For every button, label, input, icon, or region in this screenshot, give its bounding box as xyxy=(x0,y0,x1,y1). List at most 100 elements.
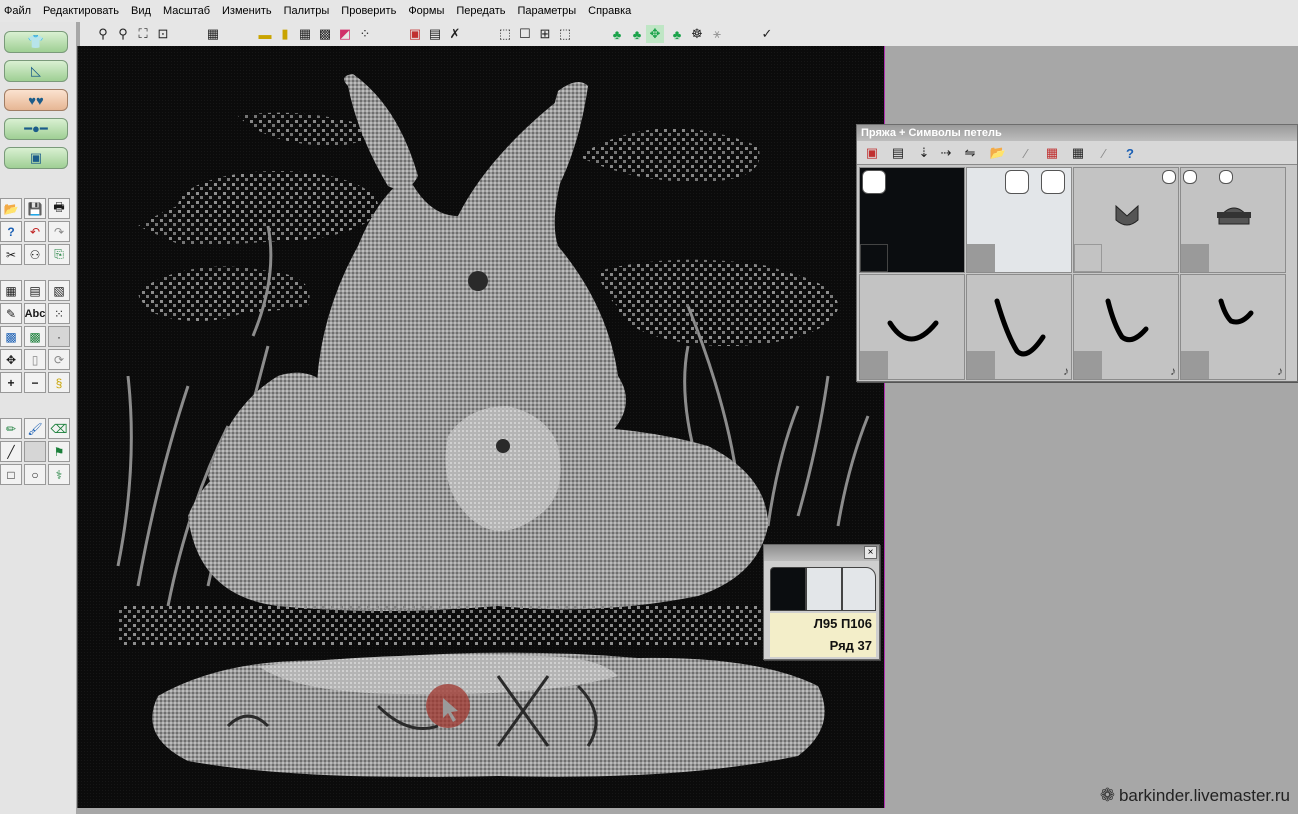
menu-edit[interactable]: Редактировать xyxy=(39,5,127,17)
palette-icon[interactable]: ▣ xyxy=(406,25,424,43)
zoom-out-icon[interactable]: ⚲ xyxy=(114,25,132,43)
stitch-cell-tuck[interactable] xyxy=(1073,167,1179,273)
machine-icon[interactable]: ♣ xyxy=(628,25,646,43)
fill-bucket-icon[interactable]: ⚑ xyxy=(48,441,70,462)
rect-select-icon[interactable]: ☐ xyxy=(516,25,534,43)
menu-file[interactable]: Файл xyxy=(0,5,39,17)
open-icon[interactable]: 📂 xyxy=(0,198,22,219)
empty-tool-icon[interactable] xyxy=(24,441,46,462)
line-style-icon[interactable]: ⁄ xyxy=(1017,144,1035,162)
palette-view-icon[interactable]: ▣ xyxy=(863,144,881,162)
menu-zoom[interactable]: Масштаб xyxy=(159,5,218,17)
yarn-cell-white[interactable] xyxy=(966,167,1072,273)
eraser-icon[interactable]: ⌫ xyxy=(48,418,70,439)
stitch-cell-hook-short[interactable]: ♪ xyxy=(1180,274,1286,380)
menu-palettes[interactable]: Палитры xyxy=(280,5,338,17)
disabled-line-icon[interactable]: ⁄ xyxy=(1095,144,1113,162)
cable-icon[interactable]: § xyxy=(48,372,70,393)
save-icon[interactable]: 💾 xyxy=(24,198,46,219)
knitting-machine-button[interactable]: ▣ xyxy=(4,147,68,169)
menu-transfer[interactable]: Передать xyxy=(452,5,513,17)
brush-tool-icon[interactable]: ✎ xyxy=(0,303,22,324)
zoom-window-icon[interactable]: ⊡ xyxy=(154,25,172,43)
grid-icon[interactable]: ▦ xyxy=(296,25,314,43)
stitch-grid-icon[interactable]: ▦ xyxy=(0,280,22,301)
line-tool-icon[interactable]: ╱ xyxy=(0,441,22,462)
dot-pattern-icon[interactable]: ⁙ xyxy=(48,303,70,324)
rectangle-tool-icon[interactable]: □ xyxy=(0,464,22,485)
zoom-fit-icon[interactable]: ⛶ xyxy=(134,25,152,43)
carriage-button[interactable]: ━●━ xyxy=(4,118,68,140)
carrier-icon[interactable]: ☸ xyxy=(688,25,706,43)
pattern-edit-icon[interactable]: ✗ xyxy=(446,25,464,43)
swap-icon[interactable]: ⇋ xyxy=(961,144,979,162)
lasso-icon[interactable]: ⬚ xyxy=(496,25,514,43)
stitch-cell-hook-long[interactable]: ♪ xyxy=(966,274,1072,380)
carriage-icon: ━●━ xyxy=(24,121,48,136)
single-dot-icon[interactable]: · xyxy=(48,326,70,347)
info-title-bar[interactable]: × xyxy=(764,545,879,561)
copy-icon[interactable]: ⚇ xyxy=(24,244,46,265)
text-tool-icon[interactable]: Abc xyxy=(24,303,46,324)
table-view-icon[interactable]: ▦ xyxy=(1069,144,1087,162)
crop-icon[interactable]: ⬚ xyxy=(556,25,574,43)
pattern-icon[interactable]: ▩ xyxy=(316,25,334,43)
panel-help-icon[interactable]: ? xyxy=(1121,144,1139,162)
move-icon[interactable]: ✥ xyxy=(646,25,664,43)
paste-icon[interactable]: ⎘ xyxy=(48,244,70,265)
color-icon[interactable]: ◩ xyxy=(336,25,354,43)
yarn-cell-black[interactable] xyxy=(859,167,965,273)
stitch-cell-miss[interactable] xyxy=(1180,167,1286,273)
paint-brush-icon[interactable]: 🖌 xyxy=(24,418,46,439)
knitting-canvas[interactable] xyxy=(77,46,885,808)
menu-parameters[interactable]: Параметры xyxy=(513,5,584,17)
pattern-grid-icon[interactable]: ▧ xyxy=(48,280,70,301)
menu-help[interactable]: Справка xyxy=(584,5,639,17)
help-icon[interactable]: ? xyxy=(0,221,22,242)
minus-icon[interactable]: − xyxy=(24,372,46,393)
ellipse-tool-icon[interactable]: ○ xyxy=(24,464,46,485)
cut-icon[interactable]: ✂ xyxy=(0,244,22,265)
pattern-button[interactable]: ♥♥ xyxy=(4,89,68,111)
yarn-carrier-icon[interactable]: ♣ xyxy=(608,25,626,43)
plus-icon[interactable]: + xyxy=(0,372,22,393)
undo-icon[interactable]: ↶ xyxy=(24,221,46,242)
stitch-palette-icon[interactable]: ▤ xyxy=(426,25,444,43)
yarn-swatch xyxy=(860,244,888,272)
fill-pattern-icon[interactable]: ▩ xyxy=(0,326,22,347)
shape-button[interactable]: ◺ xyxy=(4,60,68,82)
ruler-h-icon[interactable]: ▬ xyxy=(256,25,274,43)
stitch-cell-curve[interactable] xyxy=(859,274,965,380)
pencil-icon[interactable]: ✏ xyxy=(0,418,22,439)
yarn-grid: ♪ ♪ ♪ xyxy=(859,167,1298,381)
ruler-v-icon[interactable]: ▮ xyxy=(276,25,294,43)
menu-check[interactable]: Проверить xyxy=(337,5,404,17)
frame-tool-icon[interactable]: ▯ xyxy=(24,349,46,370)
fill-grid-icon[interactable]: ▤ xyxy=(24,280,46,301)
open-folder-icon[interactable]: 📂 xyxy=(989,144,1007,162)
music-note-icon: ♪ xyxy=(1063,364,1069,378)
arrow-down-icon[interactable]: ⇣ xyxy=(915,144,933,162)
menu-shapes[interactable]: Формы xyxy=(404,5,452,17)
print-icon[interactable]: 🖶 xyxy=(48,198,70,219)
stitch-cell-hook[interactable]: ♪ xyxy=(1073,274,1179,380)
check-icon[interactable]: ✓ xyxy=(758,25,776,43)
arrow-right-icon[interactable]: ⇢ xyxy=(937,144,955,162)
menu-modify[interactable]: Изменить xyxy=(218,5,280,17)
eyedropper-icon[interactable]: ⚕ xyxy=(48,464,70,485)
move-tool-icon[interactable]: ✥ xyxy=(0,349,22,370)
close-icon[interactable]: × xyxy=(864,546,877,559)
menu-view[interactable]: Вид xyxy=(127,5,159,17)
zoom-in-icon[interactable]: ⚲ xyxy=(94,25,112,43)
cross-pattern-icon[interactable]: ▩ xyxy=(24,326,46,347)
redo-icon[interactable]: ↷ xyxy=(48,221,70,242)
calculator-icon[interactable]: ▦ xyxy=(204,25,222,43)
select-icon[interactable]: ⁘ xyxy=(356,25,374,43)
color-grid-icon[interactable]: ▦ xyxy=(1043,144,1061,162)
disabled-tool-icon[interactable]: ⚹ xyxy=(708,25,726,43)
knit-icon[interactable]: ♣ xyxy=(668,25,686,43)
rotate-tool-icon[interactable]: ⟳ xyxy=(48,349,70,370)
marquee-icon[interactable]: ⊞ xyxy=(536,25,554,43)
sweater-button[interactable]: 👕 xyxy=(4,31,68,53)
stitch-view-icon[interactable]: ▤ xyxy=(889,144,907,162)
